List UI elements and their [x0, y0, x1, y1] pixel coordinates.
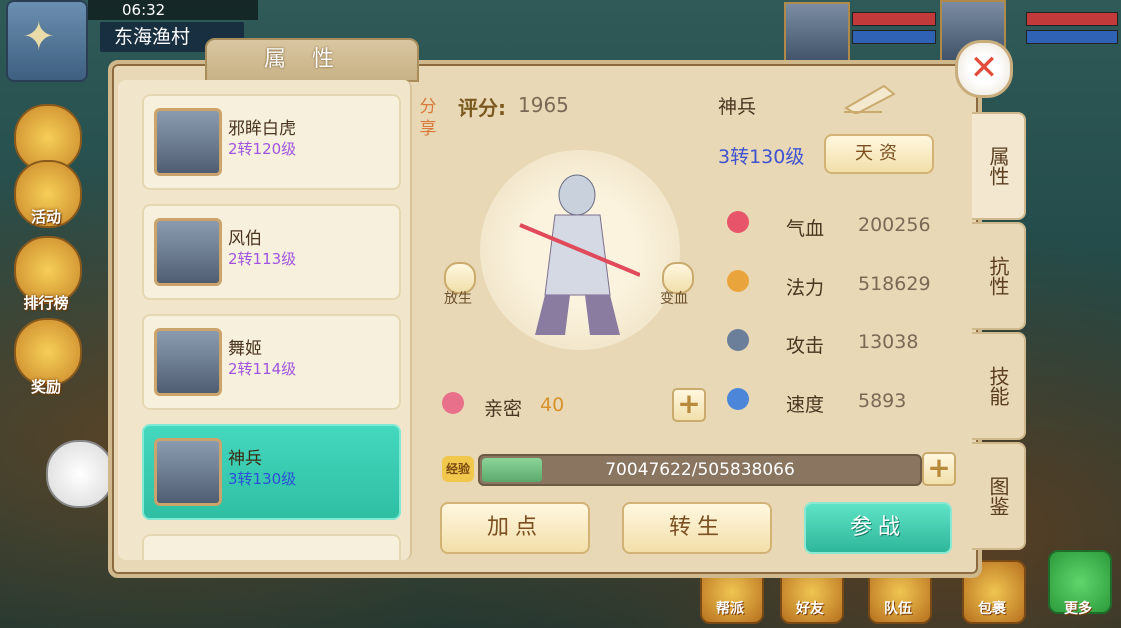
- dancer-avatar: [154, 328, 222, 396]
- map-icon: ✦: [22, 14, 56, 60]
- exp-badge: 经验: [442, 456, 474, 482]
- divine-soldier-avatar: [154, 438, 222, 506]
- score-value: 1965: [518, 93, 569, 117]
- wind-lord-avatar: [154, 218, 222, 286]
- bag-label: 包裹: [978, 601, 1006, 617]
- pet-level-display: 3转130级: [718, 146, 805, 168]
- stat-value-attack: 13038: [858, 331, 919, 353]
- status-bar: 06:32: [88, 0, 258, 20]
- tab-codex[interactable]: 图鉴: [972, 442, 1026, 550]
- release-label: 放生: [444, 291, 472, 307]
- stat-value-hp: 200256: [858, 214, 931, 236]
- sword-icon: [727, 329, 749, 351]
- guild-label: 帮派: [716, 601, 744, 617]
- share-label: 分享: [419, 97, 437, 139]
- pet-list-item[interactable]: 舞姬 2转114级: [142, 314, 401, 410]
- battle-button[interactable]: 参战: [804, 502, 952, 554]
- pet-level: 2转114级: [228, 360, 297, 378]
- member-hp-bar: [852, 12, 936, 26]
- intimacy-plus-button[interactable]: +: [672, 388, 706, 422]
- intimacy-icon: [442, 392, 464, 414]
- map-button[interactable]: ✦: [6, 0, 88, 82]
- tab-attributes[interactable]: 属性: [972, 112, 1026, 220]
- tab-skills[interactable]: 技能: [972, 332, 1026, 440]
- member-mp-bar: [852, 30, 936, 44]
- pet-model[interactable]: [515, 165, 641, 340]
- heart-icon: [727, 211, 749, 233]
- score-label: 评分:: [458, 96, 506, 120]
- talent-button[interactable]: 天资: [824, 134, 934, 174]
- pet-name: 神兵: [228, 449, 262, 469]
- pet-title-name: 神兵: [718, 96, 757, 118]
- pet-level: 2转113级: [228, 250, 297, 268]
- clock-time: 06:32: [122, 1, 166, 19]
- pet-name: 风伯: [228, 229, 262, 249]
- activity-label: 活动: [30, 208, 61, 226]
- team-member-portrait[interactable]: [784, 2, 850, 68]
- share-button[interactable]: 分享: [414, 96, 442, 186]
- pet-list-item[interactable]: [142, 534, 401, 560]
- close-icon: ✕: [969, 48, 999, 88]
- pet-list-item[interactable]: 风伯 2转113级: [142, 204, 401, 300]
- pet-level: 3转130级: [228, 470, 297, 488]
- pet-level: 2转120级: [228, 140, 297, 158]
- intimacy-label: 亲密: [484, 398, 523, 420]
- stat-label-hp: 气血: [786, 218, 825, 240]
- stat-value-speed: 5893: [858, 390, 907, 412]
- rename-pen-icon[interactable]: [842, 80, 900, 116]
- friends-label: 好友: [796, 601, 824, 617]
- exp-progress-bar: 70047622/505838066: [478, 454, 922, 486]
- reward-label: 奖励: [30, 378, 61, 396]
- panel-title: 属性: [205, 38, 419, 82]
- leaderboard-label: 排行榜: [23, 294, 69, 312]
- more-label: 更多: [1064, 601, 1092, 617]
- player-hp-bar: [1026, 12, 1118, 26]
- rebirth-button[interactable]: 转生: [622, 502, 772, 554]
- exp-text: 70047622/505838066: [605, 460, 795, 480]
- mana-icon: [727, 270, 749, 292]
- stat-label-speed: 速度: [786, 394, 825, 416]
- close-button[interactable]: ✕: [955, 40, 1013, 98]
- white-tiger-avatar: [154, 108, 222, 176]
- intimacy-value: 40: [540, 394, 565, 416]
- pet-name: 邪眸白虎: [228, 119, 296, 139]
- pet-list[interactable]: 邪眸白虎 2转120级 风伯 2转113级 舞姬 2转114级 神兵 3转130…: [118, 80, 412, 560]
- chat-icon[interactable]: [46, 440, 114, 508]
- transform-label: 变血: [660, 291, 688, 307]
- team-label: 队伍: [884, 601, 912, 617]
- pet-list-item[interactable]: 邪眸白虎 2转120级: [142, 94, 401, 190]
- player-mp-bar: [1026, 30, 1118, 44]
- pet-list-item-selected[interactable]: 神兵 3转130级: [142, 424, 401, 520]
- add-points-button[interactable]: 加点: [440, 502, 590, 554]
- pet-name: 舞姬: [228, 339, 262, 359]
- exp-plus-button[interactable]: +: [922, 452, 956, 486]
- stat-label-attack: 攻击: [786, 335, 825, 357]
- stat-value-mana: 518629: [858, 273, 931, 295]
- tab-resistance[interactable]: 抗性: [972, 222, 1026, 330]
- speed-icon: [727, 388, 749, 410]
- stat-label-mana: 法力: [786, 277, 825, 299]
